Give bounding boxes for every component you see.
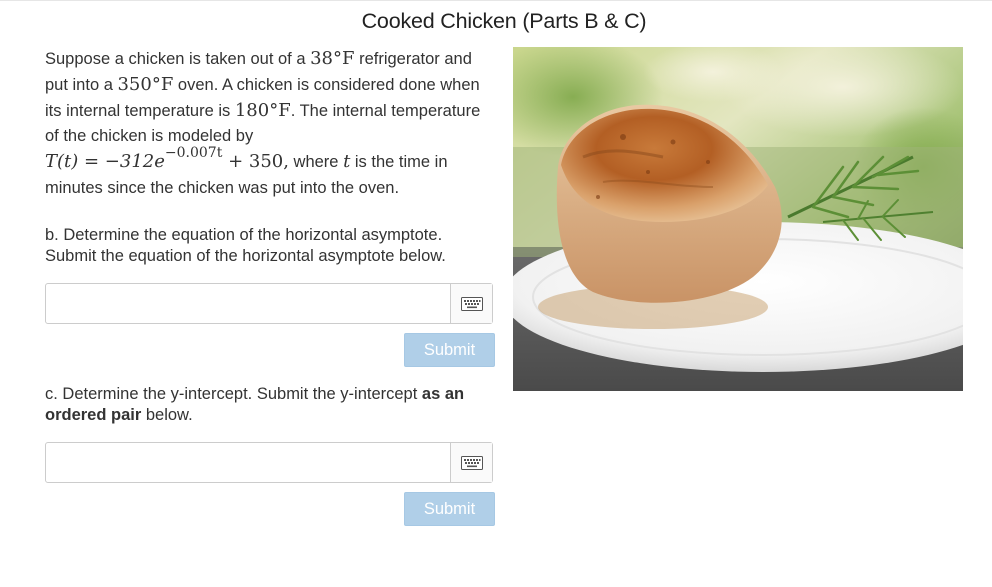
answer-input-b[interactable] [45,283,493,324]
problem-text: Suppose a chicken is taken out of a [45,50,311,68]
done-temp: 180°F [234,100,291,121]
submit-button-c[interactable]: Submit [404,492,495,526]
problem-text: where [288,153,344,171]
question-c-text-end: below. [141,406,193,424]
keyboard-button-b[interactable] [450,284,492,323]
answer-input-c[interactable] [45,442,493,483]
question-c-text: c. Determine the y-intercept. Submit the… [45,385,422,403]
keyboard-icon [460,455,483,470]
submit-button-b[interactable]: Submit [404,333,495,367]
keyboard-button-c[interactable] [450,443,492,482]
question-b: b. Determine the equation of the horizon… [45,226,446,265]
formula-exponent: −0.007t [164,145,223,161]
top-divider [0,0,992,1]
formula: T(t) = −312e−0.007t + 350, [45,145,289,172]
oven-temp: 350°F [117,74,174,95]
problem-statement: Suppose a chicken is taken out of a 38°F… [45,46,495,201]
question-c: c. Determine the y-intercept. Submit the… [45,384,495,426]
page-title: Cooked Chicken (Parts B & C) [361,9,647,33]
keyboard-icon [460,296,483,311]
fridge-temp: 38°F [310,48,355,69]
formula-rhs: + 350, [222,151,289,172]
cooked-chicken-photo [513,47,963,391]
formula-lhs: T(t) = −312e [45,151,165,172]
